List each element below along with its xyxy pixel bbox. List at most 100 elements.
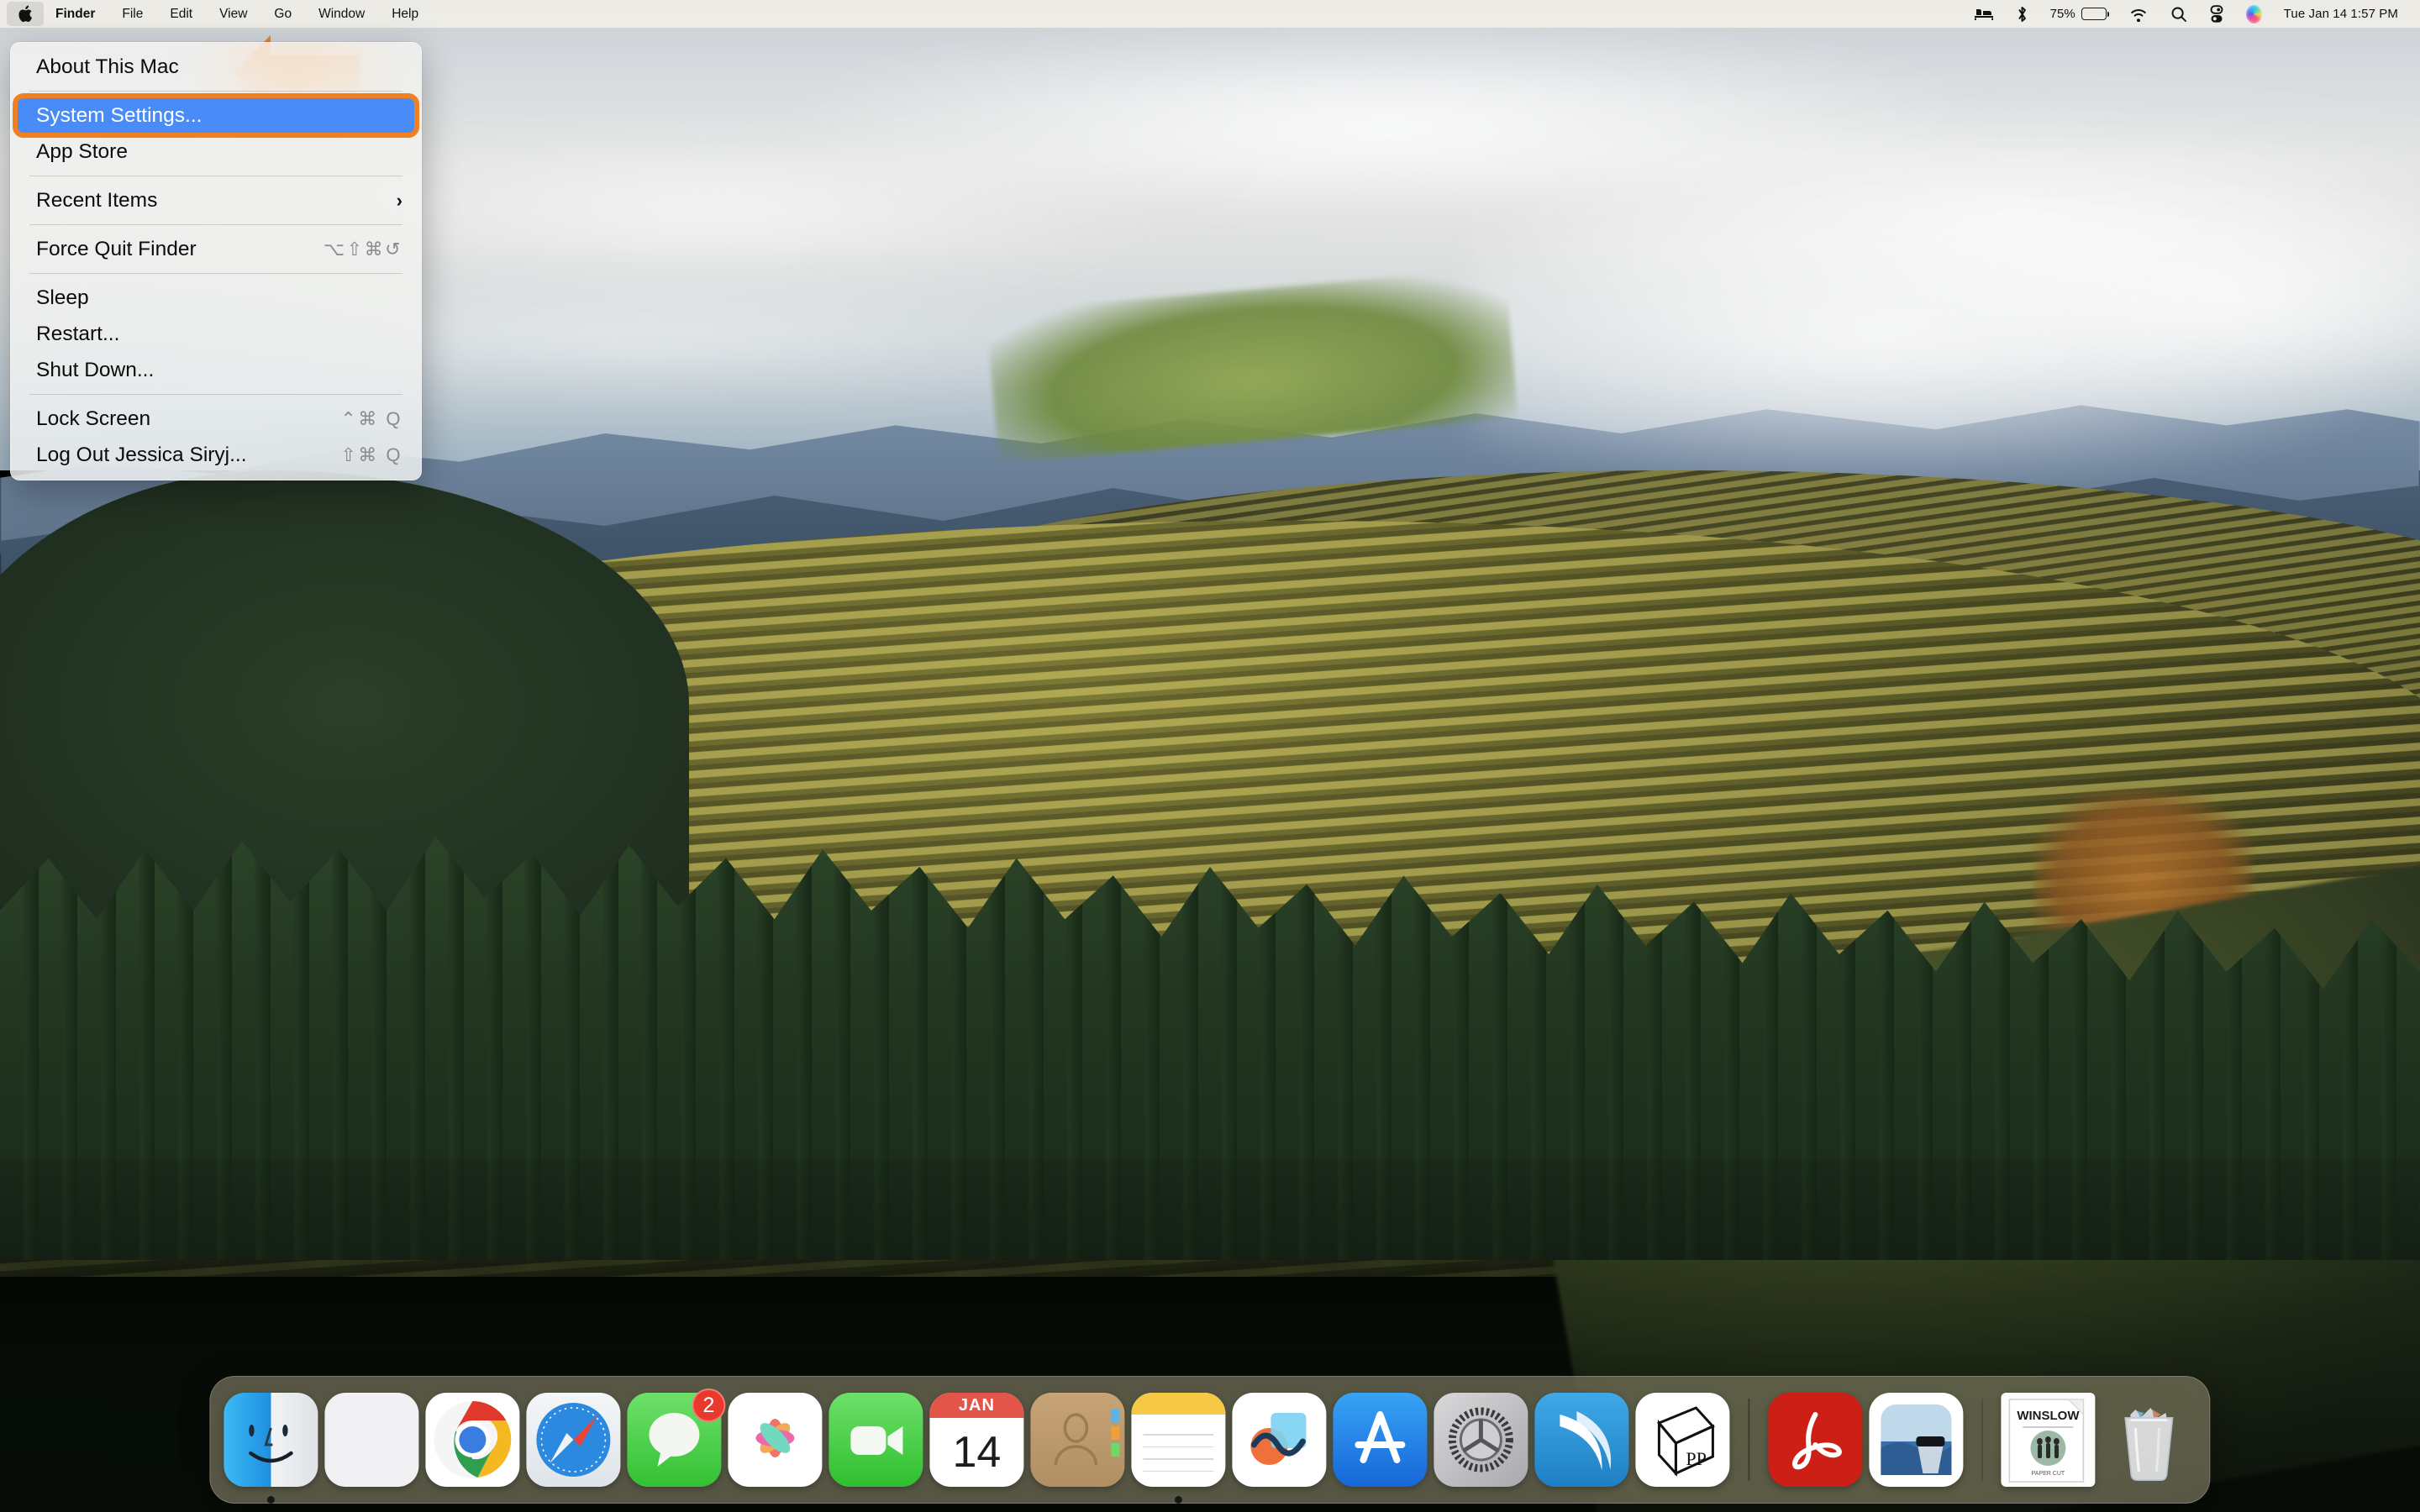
apple-logo-icon: [18, 5, 33, 23]
calendar-day: 14: [952, 1428, 1002, 1477]
dock-item-photos[interactable]: [728, 1393, 823, 1487]
menu-bar-item-help[interactable]: Help: [378, 7, 432, 22]
menu-bar-item-view[interactable]: View: [206, 7, 260, 22]
menu-separator: [29, 91, 402, 92]
adobe-acrobat-icon: [1768, 1393, 1862, 1487]
menu-item-shortcut: ⌃⌘ Q: [340, 407, 402, 429]
calendar-month: JAN: [929, 1393, 1024, 1418]
menu-item-about-this-mac[interactable]: About This Mac: [11, 49, 421, 85]
dock-item-trash[interactable]: [2102, 1393, 2196, 1487]
dock-item-safari[interactable]: [526, 1393, 621, 1487]
paper-cube-label: PP: [1686, 1448, 1706, 1469]
menu-bar-clock[interactable]: Tue Jan 14 1:57 PM: [2284, 7, 2398, 21]
menu-separator: [29, 224, 402, 225]
dock-item-notes[interactable]: [1131, 1393, 1226, 1504]
dock: 2 JAN 14 PP WINSLOW PAPER CUT: [209, 1376, 2211, 1504]
notes-lines: [1131, 1415, 1225, 1487]
dock-item-adobe-acrobat[interactable]: [1768, 1393, 1862, 1487]
dock-item-preview[interactable]: [1869, 1393, 1963, 1487]
menu-bar-left: Finder File Edit View Go Window Help: [0, 2, 432, 26]
menu-item-label: Restart...: [36, 322, 120, 345]
menu-item-shut-down[interactable]: Shut Down...: [11, 352, 421, 388]
battery-status[interactable]: 75%: [2049, 7, 2110, 21]
safari-icon: [526, 1393, 621, 1487]
menu-item-label: Recent Items: [36, 188, 158, 212]
menu-bar-item-file[interactable]: File: [108, 7, 156, 22]
annotation-highlight-ring: [13, 93, 419, 138]
menu-item-label: Sleep: [36, 286, 89, 309]
dock-item-sequel-pro[interactable]: [1534, 1393, 1629, 1487]
dock-item-contacts[interactable]: [1030, 1393, 1125, 1487]
dock-item-facetime[interactable]: [829, 1393, 923, 1487]
menu-item-label: Log Out Jessica Siryj...: [36, 443, 247, 466]
bed-icon[interactable]: [1974, 7, 1994, 22]
wifi-icon[interactable]: [2128, 7, 2149, 22]
menu-item-app-store[interactable]: App Store: [11, 134, 421, 170]
notes-icon: [1131, 1393, 1226, 1487]
dock-item-launchpad[interactable]: [324, 1393, 419, 1487]
control-center-icon[interactable]: [2209, 4, 2224, 24]
menu-item-label: Shut Down...: [36, 358, 155, 381]
freeform-icon: [1232, 1393, 1327, 1487]
notes-header-band: [1131, 1393, 1226, 1415]
siri-icon[interactable]: [2245, 4, 2262, 24]
menu-item-label: Force Quit Finder: [36, 237, 197, 260]
menu-item-force-quit-finder[interactable]: Force Quit Finder ⌥⇧⌘↺: [11, 231, 421, 267]
running-indicator: [266, 1496, 275, 1504]
chrome-icon: [425, 1393, 520, 1487]
apple-menu-dropdown: About This Mac System Settings... App St…: [10, 42, 422, 480]
menu-bar-status-area: 75% Tue Jan 14 1:57 PM: [1974, 4, 2420, 24]
wallpaper-fog: [1470, 176, 2420, 496]
dock-item-chrome[interactable]: [425, 1393, 520, 1487]
dock-item-winslow-document[interactable]: WINSLOW PAPER CUT: [2001, 1393, 2096, 1487]
dock-item-paper-cube[interactable]: PP: [1635, 1393, 1730, 1487]
menu-bar-app-name[interactable]: Finder: [44, 7, 108, 22]
contacts-icon: [1030, 1393, 1125, 1487]
bluetooth-icon[interactable]: [2016, 5, 2028, 24]
menu-item-label: Lock Screen: [36, 407, 151, 430]
app-store-icon: [1333, 1393, 1428, 1487]
trash-full-icon: [2102, 1393, 2196, 1487]
menu-item-lock-screen[interactable]: Lock Screen ⌃⌘ Q: [11, 401, 421, 437]
menu-item-log-out[interactable]: Log Out Jessica Siryj... ⇧⌘ Q: [11, 437, 421, 473]
menu-item-label: App Store: [36, 139, 128, 163]
menu-item-restart[interactable]: Restart...: [11, 316, 421, 352]
system-settings-icon: [1434, 1393, 1528, 1487]
menu-bar: Finder File Edit View Go Window Help 75%: [0, 0, 2420, 28]
calendar-icon: JAN 14: [929, 1393, 1024, 1487]
sequel-pro-icon: [1534, 1393, 1629, 1487]
preview-icon: [1869, 1393, 1963, 1487]
paper-cube-icon: PP: [1635, 1393, 1730, 1487]
menu-item-shortcut: ⌥⇧⌘↺: [323, 238, 402, 260]
dock-item-freeform[interactable]: [1232, 1393, 1327, 1487]
battery-icon: [2081, 8, 2110, 20]
notification-badge: 2: [692, 1389, 726, 1422]
finder-icon: [224, 1393, 318, 1487]
dock-item-system-settings[interactable]: [1434, 1393, 1528, 1487]
dock-item-app-store[interactable]: [1333, 1393, 1428, 1487]
dock-item-messages[interactable]: 2: [627, 1389, 726, 1487]
dock-item-finder[interactable]: [224, 1393, 318, 1504]
photos-icon: [728, 1393, 823, 1487]
menu-item-sleep[interactable]: Sleep: [11, 280, 421, 316]
menu-bar-item-go[interactable]: Go: [260, 7, 305, 22]
dock-item-calendar[interactable]: JAN 14: [929, 1393, 1024, 1487]
facetime-icon: [829, 1393, 923, 1487]
svg-text:PAPER CUT: PAPER CUT: [2032, 1471, 2065, 1477]
launchpad-icon: [324, 1393, 419, 1487]
menu-separator: [29, 394, 402, 395]
running-indicator: [1174, 1496, 1182, 1504]
winslow-document-icon: WINSLOW PAPER CUT: [2001, 1393, 2096, 1487]
menu-bar-item-edit[interactable]: Edit: [156, 7, 206, 22]
menu-bar-item-window[interactable]: Window: [305, 7, 378, 22]
winslow-document-title: WINSLOW: [2018, 1409, 2081, 1423]
battery-percent-label: 75%: [2049, 7, 2075, 21]
menu-item-label: About This Mac: [36, 55, 179, 78]
menu-item-recent-items[interactable]: Recent Items ›: [11, 182, 421, 218]
desktop-screen: Finder File Edit View Go Window Help 75%: [0, 0, 2420, 1512]
menu-separator: [29, 273, 402, 274]
apple-menu-button[interactable]: [7, 2, 44, 26]
spotlight-search-icon[interactable]: [2170, 6, 2187, 23]
chevron-right-icon: ›: [396, 189, 402, 211]
menu-item-system-settings[interactable]: System Settings...: [11, 93, 421, 138]
